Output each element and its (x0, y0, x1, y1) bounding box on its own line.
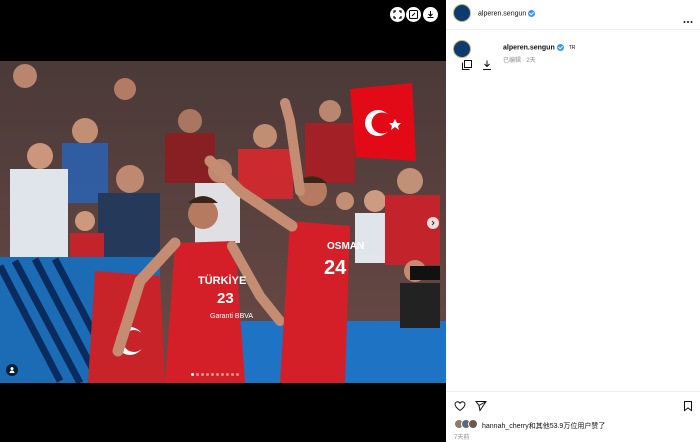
jersey-right-number: 24 (324, 257, 347, 279)
copy-button[interactable] (461, 58, 473, 76)
jersey-left-team: TÜRKİYE (198, 275, 247, 287)
download-button[interactable] (423, 7, 438, 22)
caption-avatar[interactable] (453, 40, 471, 58)
carousel-dot (236, 373, 239, 376)
photo-illustration (0, 61, 446, 383)
edit-icon (409, 10, 418, 19)
caption-user[interactable]: alperen.sengun TR (503, 44, 575, 51)
caption-username[interactable]: alperen.sengun (503, 44, 555, 51)
save-download-button[interactable] (481, 58, 493, 76)
carousel-dot (216, 373, 219, 376)
post-time[interactable]: 7天前 (454, 432, 469, 441)
liker-avatars[interactable] (454, 419, 480, 429)
edit-button[interactable] (406, 7, 421, 22)
divider (446, 391, 700, 392)
post-header-user[interactable]: alperen.sengun (478, 10, 536, 17)
username[interactable]: alperen.sengun (478, 10, 526, 17)
edited-label: 已编辑 · 2天 (503, 58, 536, 64)
carousel-dot (206, 373, 209, 376)
heart-icon (454, 401, 466, 412)
download-icon (427, 11, 434, 18)
media-panel: TÜRKİYE 23 Garanti BBVA OSMAN 24 (0, 0, 446, 442)
post-photo[interactable]: TÜRKİYE 23 Garanti BBVA OSMAN 24 (0, 61, 446, 383)
share-icon (475, 401, 487, 412)
more-options-button[interactable] (683, 11, 693, 29)
verified-icon (556, 44, 564, 51)
carousel-dot (211, 373, 214, 376)
divider (446, 29, 700, 30)
more-horizontal-icon (683, 21, 693, 23)
jersey-left-number: 23 (217, 290, 234, 307)
expand-icon (393, 10, 402, 19)
post-sidebar: alperen.sengun alperen.sengun TR 已编辑 · 2… (446, 0, 700, 442)
expand-button[interactable] (390, 7, 405, 22)
tagged-users-button[interactable] (6, 364, 18, 376)
jersey-left-sponsor: Garanti BBVA (210, 313, 254, 320)
carousel-dot (191, 373, 194, 376)
download-icon (483, 60, 491, 70)
bookmark-button[interactable] (682, 399, 694, 417)
carousel-dot (196, 373, 199, 376)
jersey-right-name: OSMAN (327, 241, 365, 252)
carousel-dot (201, 373, 204, 376)
verified-icon (528, 10, 536, 17)
chevron-right-icon (431, 220, 435, 226)
like-button[interactable] (454, 399, 466, 417)
caption-tag: TR (568, 45, 576, 52)
carousel-dot (226, 373, 229, 376)
bookmark-icon (684, 401, 692, 412)
copy-icon (462, 60, 472, 70)
carousel-dot (221, 373, 224, 376)
avatar[interactable] (453, 4, 471, 22)
share-button[interactable] (475, 399, 487, 417)
next-button[interactable] (427, 217, 439, 229)
person-icon (9, 367, 15, 373)
liker-avatar (468, 419, 478, 429)
carousel-dot (231, 373, 234, 376)
likes-summary[interactable]: hannah_cherry和其他53.9万位用户赞了 (482, 421, 605, 431)
